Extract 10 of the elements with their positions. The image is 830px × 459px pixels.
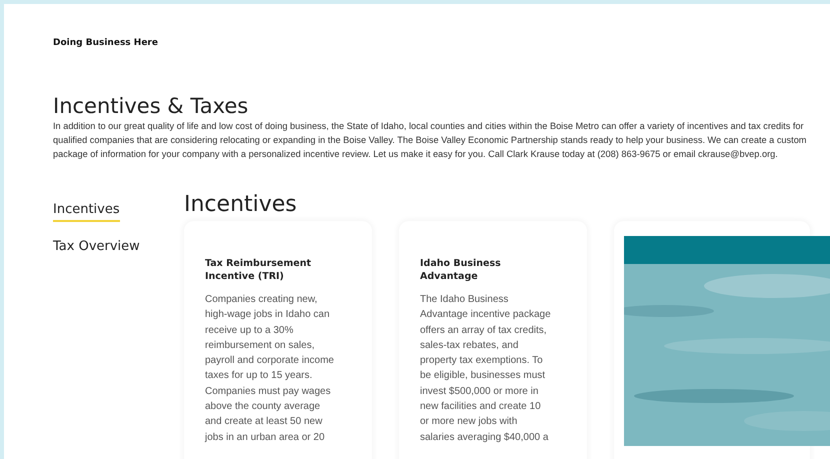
sidebar-item[interactable]: Tax Overview: [53, 239, 140, 259]
sidebar-item[interactable]: Incentives: [53, 202, 120, 222]
page-title: Incentives & Taxes: [53, 93, 250, 119]
card-text: The Idaho Business Advantage incentive package offers an array of tax credits, sales-tax rebates, and property tax exemptions. To be eligible, businesses must invest $500,000 or more in new facilities and create 10 or more new jobs with salaries averaging $40,000 a: [420, 293, 552, 445]
breadcrumb[interactable]: Doing Business Here: [53, 38, 830, 48]
section-title: Incentives: [184, 192, 298, 218]
card-title: Tax Reimbursement Incentive (TRI): [205, 257, 312, 283]
card-text: Companies creating new, high-wage jobs in Idaho can receive up to a 30% reimbursement on sales, payroll and corporate income taxes for up to 15 years. Companies must pay wages above the county average and create at least 50 new jobs in an urban area or 20: [205, 293, 335, 445]
card-title: Idaho Business Advantage: [420, 257, 502, 283]
intro-paragraph: In addition to our great quality of life and low cost of doing business, the State of Idaho, local counties and cities within the Boise Metro can offer a variety of incentives and tax credits for qualified companies that are considering relocating or expanding in the Boise Valley. The Boise Valley Economic Partnership stands ready to help your business. We can create a custom package of information for your company with a personalized incentive review. Let us make it easy for you. Call Clark Krause today at (208) 863-9675 or email ckrause@bvep.org.: [53, 120, 808, 161]
